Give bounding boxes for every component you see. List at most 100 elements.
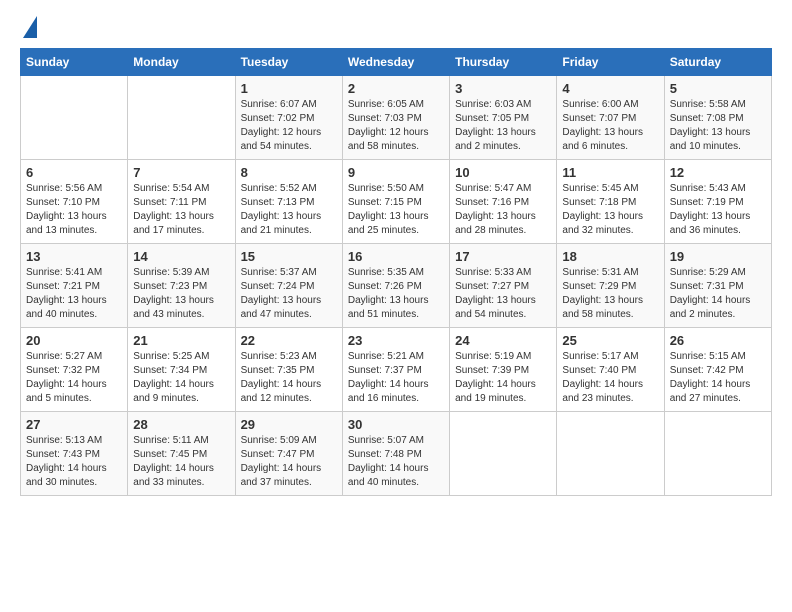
calendar-cell: 17Sunrise: 5:33 AM Sunset: 7:27 PM Dayli… bbox=[450, 244, 557, 328]
day-number: 24 bbox=[455, 333, 551, 348]
day-detail: Sunrise: 5:27 AM Sunset: 7:32 PM Dayligh… bbox=[26, 350, 122, 406]
calendar-cell: 13 Sunrise: 5:41 AM Sunset: 7:21 PM Dayli… bbox=[21, 244, 128, 328]
day-number: 7 bbox=[133, 165, 229, 180]
calendar-cell: 4 Sunrise: 6:00 AM Sunset: 7:07 PM Daylig… bbox=[557, 76, 664, 160]
weekday-header-wednesday: Wednesday bbox=[342, 49, 449, 76]
day-detail: Sunrise: 5:52 AM Sunset: 7:13 PM Dayligh… bbox=[241, 182, 337, 238]
day-number: 6 bbox=[26, 165, 122, 180]
calendar-cell: 28 Sunrise: 5:11 AM Sunset: 7:45 PM Dayli… bbox=[128, 412, 235, 496]
day-detail: Sunrise: 6:05 AM Sunset: 7:03 PM Dayligh… bbox=[348, 98, 444, 154]
day-detail: Sunrise: 5:54 AM Sunset: 7:11 PM Dayligh… bbox=[133, 182, 229, 238]
day-detail: Sunrise: 5:11 AM Sunset: 7:45 PM Dayligh… bbox=[133, 434, 229, 490]
day-number: 21 bbox=[133, 333, 229, 348]
calendar-cell bbox=[664, 412, 771, 496]
day-number: 25 bbox=[562, 333, 658, 348]
day-detail: Sunrise: 5:56 AM Sunset: 7:10 PM Dayligh… bbox=[26, 182, 122, 238]
day-number: 22 bbox=[241, 333, 337, 348]
calendar-cell: 2 Sunrise: 6:05 AM Sunset: 7:03 PM Daylig… bbox=[342, 76, 449, 160]
day-number: 16 bbox=[348, 249, 444, 264]
logo-triangle-icon bbox=[23, 16, 37, 38]
calendar-cell: 18Sunrise: 5:31 AM Sunset: 7:29 PM Dayli… bbox=[557, 244, 664, 328]
calendar-cell: 3 Sunrise: 6:03 AM Sunset: 7:05 PM Daylig… bbox=[450, 76, 557, 160]
day-detail: Sunrise: 6:07 AM Sunset: 7:02 PM Dayligh… bbox=[241, 98, 337, 154]
calendar-cell: 8 Sunrise: 5:52 AM Sunset: 7:13 PM Daylig… bbox=[235, 160, 342, 244]
day-detail: Sunrise: 5:37 AM Sunset: 7:24 PM Dayligh… bbox=[241, 266, 337, 322]
day-detail: Sunrise: 5:45 AM Sunset: 7:18 PM Dayligh… bbox=[562, 182, 658, 238]
day-number: 4 bbox=[562, 81, 658, 96]
day-detail: Sunrise: 5:39 AM Sunset: 7:23 PM Dayligh… bbox=[133, 266, 229, 322]
week-row-5: 27 Sunrise: 5:13 AM Sunset: 7:43 PM Dayli… bbox=[21, 412, 772, 496]
calendar-cell: 7 Sunrise: 5:54 AM Sunset: 7:11 PM Daylig… bbox=[128, 160, 235, 244]
header bbox=[20, 20, 772, 38]
week-row-1: 1 Sunrise: 6:07 AM Sunset: 7:02 PM Daylig… bbox=[21, 76, 772, 160]
calendar-cell: 10Sunrise: 5:47 AM Sunset: 7:16 PM Dayli… bbox=[450, 160, 557, 244]
calendar-cell: 6 Sunrise: 5:56 AM Sunset: 7:10 PM Daylig… bbox=[21, 160, 128, 244]
weekday-header-monday: Monday bbox=[128, 49, 235, 76]
day-detail: Sunrise: 5:58 AM Sunset: 7:08 PM Dayligh… bbox=[670, 98, 766, 154]
day-number: 15 bbox=[241, 249, 337, 264]
calendar-table: SundayMondayTuesdayWednesdayThursdayFrid… bbox=[20, 48, 772, 496]
day-detail: Sunrise: 5:13 AM Sunset: 7:43 PM Dayligh… bbox=[26, 434, 122, 490]
calendar-cell: 25 Sunrise: 5:17 AM Sunset: 7:40 PM Dayli… bbox=[557, 328, 664, 412]
logo bbox=[20, 20, 37, 38]
day-number: 11 bbox=[562, 165, 658, 180]
weekday-header-row: SundayMondayTuesdayWednesdayThursdayFrid… bbox=[21, 49, 772, 76]
day-number: 1 bbox=[241, 81, 337, 96]
day-detail: Sunrise: 5:21 AM Sunset: 7:37 PM Dayligh… bbox=[348, 350, 444, 406]
day-detail: Sunrise: 5:23 AM Sunset: 7:35 PM Dayligh… bbox=[241, 350, 337, 406]
calendar-cell: 24 Sunrise: 5:19 AM Sunset: 7:39 PM Dayli… bbox=[450, 328, 557, 412]
calendar-cell: 21 Sunrise: 5:25 AM Sunset: 7:34 PM Dayli… bbox=[128, 328, 235, 412]
day-detail: Sunrise: 6:03 AM Sunset: 7:05 PM Dayligh… bbox=[455, 98, 551, 154]
day-number: 29 bbox=[241, 417, 337, 432]
weekday-header-friday: Friday bbox=[557, 49, 664, 76]
calendar-cell: 9 Sunrise: 5:50 AM Sunset: 7:15 PM Daylig… bbox=[342, 160, 449, 244]
day-detail: Sunrise: 5:17 AM Sunset: 7:40 PM Dayligh… bbox=[562, 350, 658, 406]
calendar-cell: 11 Sunrise: 5:45 AM Sunset: 7:18 PM Dayli… bbox=[557, 160, 664, 244]
day-detail: Sunrise: 5:31 AM Sunset: 7:29 PM Dayligh… bbox=[562, 266, 658, 322]
day-number: 13 bbox=[26, 249, 122, 264]
calendar-cell: 27 Sunrise: 5:13 AM Sunset: 7:43 PM Dayli… bbox=[21, 412, 128, 496]
calendar-cell: 1 Sunrise: 6:07 AM Sunset: 7:02 PM Daylig… bbox=[235, 76, 342, 160]
calendar-cell: 12 Sunrise: 5:43 AM Sunset: 7:19 PM Dayli… bbox=[664, 160, 771, 244]
calendar-cell: 29 Sunrise: 5:09 AM Sunset: 7:47 PM Dayli… bbox=[235, 412, 342, 496]
week-row-4: 20Sunrise: 5:27 AM Sunset: 7:32 PM Dayli… bbox=[21, 328, 772, 412]
calendar-cell: 19Sunrise: 5:29 AM Sunset: 7:31 PM Dayli… bbox=[664, 244, 771, 328]
day-number: 30 bbox=[348, 417, 444, 432]
day-detail: Sunrise: 5:41 AM Sunset: 7:21 PM Dayligh… bbox=[26, 266, 122, 322]
week-row-2: 6 Sunrise: 5:56 AM Sunset: 7:10 PM Daylig… bbox=[21, 160, 772, 244]
day-detail: Sunrise: 5:25 AM Sunset: 7:34 PM Dayligh… bbox=[133, 350, 229, 406]
calendar-cell: 22 Sunrise: 5:23 AM Sunset: 7:35 PM Dayli… bbox=[235, 328, 342, 412]
day-detail: Sunrise: 5:43 AM Sunset: 7:19 PM Dayligh… bbox=[670, 182, 766, 238]
day-number: 2 bbox=[348, 81, 444, 96]
week-row-3: 13 Sunrise: 5:41 AM Sunset: 7:21 PM Dayli… bbox=[21, 244, 772, 328]
weekday-header-saturday: Saturday bbox=[664, 49, 771, 76]
day-detail: Sunrise: 5:50 AM Sunset: 7:15 PM Dayligh… bbox=[348, 182, 444, 238]
day-number: 28 bbox=[133, 417, 229, 432]
day-detail: Sunrise: 5:47 AM Sunset: 7:16 PM Dayligh… bbox=[455, 182, 551, 238]
day-detail: Sunrise: 6:00 AM Sunset: 7:07 PM Dayligh… bbox=[562, 98, 658, 154]
day-detail: Sunrise: 5:19 AM Sunset: 7:39 PM Dayligh… bbox=[455, 350, 551, 406]
calendar-cell bbox=[557, 412, 664, 496]
day-number: 14 bbox=[133, 249, 229, 264]
day-number: 12 bbox=[670, 165, 766, 180]
day-detail: Sunrise: 5:07 AM Sunset: 7:48 PM Dayligh… bbox=[348, 434, 444, 490]
calendar-cell bbox=[128, 76, 235, 160]
weekday-header-tuesday: Tuesday bbox=[235, 49, 342, 76]
calendar-cell bbox=[21, 76, 128, 160]
day-number: 3 bbox=[455, 81, 551, 96]
weekday-header-thursday: Thursday bbox=[450, 49, 557, 76]
day-number: 9 bbox=[348, 165, 444, 180]
day-detail: Sunrise: 5:15 AM Sunset: 7:42 PM Dayligh… bbox=[670, 350, 766, 406]
day-number: 8 bbox=[241, 165, 337, 180]
day-number: 17 bbox=[455, 249, 551, 264]
day-number: 26 bbox=[670, 333, 766, 348]
calendar-cell: 30 Sunrise: 5:07 AM Sunset: 7:48 PM Dayli… bbox=[342, 412, 449, 496]
weekday-header-sunday: Sunday bbox=[21, 49, 128, 76]
day-number: 27 bbox=[26, 417, 122, 432]
day-detail: Sunrise: 5:09 AM Sunset: 7:47 PM Dayligh… bbox=[241, 434, 337, 490]
day-number: 23 bbox=[348, 333, 444, 348]
calendar-cell: 15 Sunrise: 5:37 AM Sunset: 7:24 PM Dayli… bbox=[235, 244, 342, 328]
calendar-cell: 14 Sunrise: 5:39 AM Sunset: 7:23 PM Dayli… bbox=[128, 244, 235, 328]
day-detail: Sunrise: 5:29 AM Sunset: 7:31 PM Dayligh… bbox=[670, 266, 766, 322]
calendar-cell: 23 Sunrise: 5:21 AM Sunset: 7:37 PM Dayli… bbox=[342, 328, 449, 412]
